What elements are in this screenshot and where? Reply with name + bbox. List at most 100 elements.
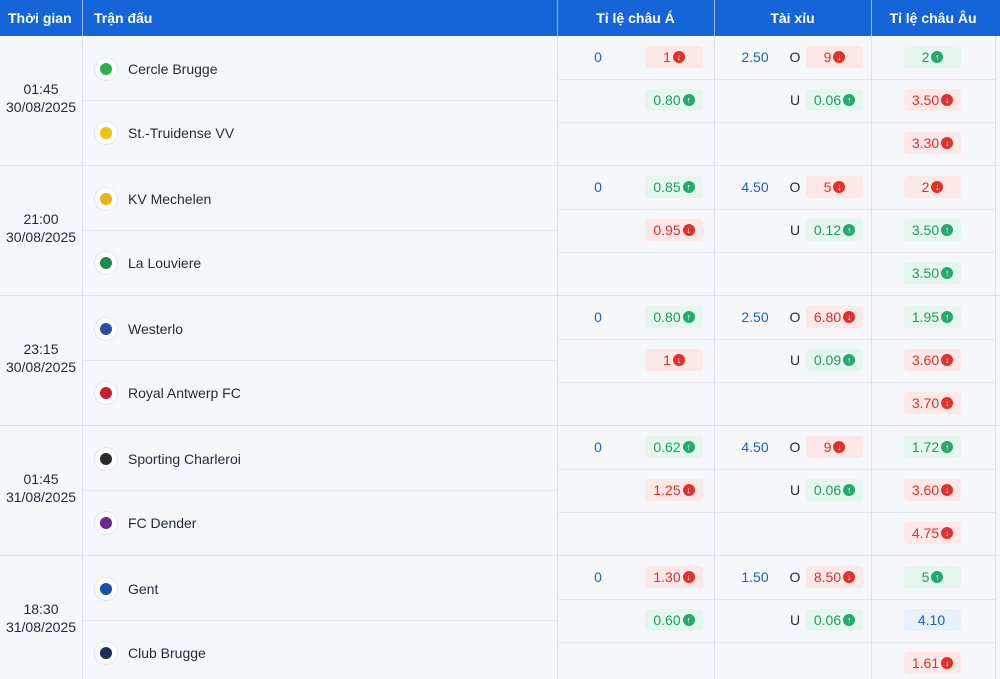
asian-home-odds[interactable]: 1 ↓	[645, 46, 703, 68]
euro-draw-odds[interactable]: 3.60 ↓	[904, 349, 961, 371]
asian-away-odds[interactable]: 1 ↓	[645, 349, 703, 371]
euro-away-odds[interactable]: 3.70 ↓	[904, 392, 961, 414]
euro-home-odds[interactable]: 1.72 ↑	[904, 436, 961, 458]
asian-home-odds[interactable]: 0.85 ↑	[645, 176, 703, 198]
under-odds[interactable]: 0.09 ↑	[806, 349, 863, 371]
euro-away-odds[interactable]: 1.61 ↓	[904, 652, 961, 674]
arrow-down-icon: ↓	[672, 51, 685, 63]
row-divider	[82, 230, 557, 231]
team-home[interactable]: Cercle Brugge	[94, 54, 218, 84]
under-odds[interactable]: 0.06 ↑	[806, 89, 863, 111]
over-odds[interactable]: 9 ↓	[806, 46, 863, 68]
euro-home-odds[interactable]: 1.95 ↑	[904, 306, 961, 328]
odds-value: 9	[823, 49, 832, 65]
arrow-down-icon: ↓	[833, 181, 846, 193]
over-odds[interactable]: 9 ↓	[806, 436, 863, 458]
odds-value: 0.60	[653, 612, 681, 628]
sporting-charleroi-logo	[94, 447, 118, 471]
crest-icon	[100, 517, 112, 529]
odds-value: 1.61	[911, 655, 940, 671]
team-away[interactable]: Royal Antwerp FC	[94, 378, 241, 408]
odds-value: 0.62	[653, 439, 681, 455]
odds-value: 0.85	[653, 179, 681, 195]
euro-home-odds[interactable]: 2 ↑	[904, 46, 961, 68]
team-name: KV Mechelen	[128, 191, 212, 207]
odds-value: 0.80	[653, 309, 681, 325]
kickoff-date: 31/08/2025	[5, 489, 77, 505]
row-divider	[557, 599, 995, 600]
odds-value: 4.75	[911, 525, 940, 541]
club-brugge-logo	[94, 641, 118, 665]
under-odds[interactable]: 0.06 ↑	[806, 609, 863, 631]
odds-value: 0.80	[653, 92, 681, 108]
under-odds[interactable]: 0.12 ↑	[806, 219, 863, 241]
odds-value: 3.50	[911, 92, 940, 108]
odds-value: 0.09	[813, 352, 842, 368]
team-away[interactable]: Club Brugge	[94, 638, 206, 668]
euro-draw-odds[interactable]: 4.10	[904, 609, 961, 631]
over-odds[interactable]: 8.50 ↓	[806, 566, 863, 588]
euro-away-odds[interactable]: 3.30 ↓	[904, 132, 961, 154]
team-away[interactable]: La Louviere	[94, 248, 201, 278]
arrow-down-icon: ↓	[682, 571, 695, 583]
odds-value: 0.06	[813, 482, 842, 498]
asian-home-odds[interactable]: 1.30 ↓	[645, 566, 703, 588]
odds-value: 5	[823, 179, 832, 195]
arrow-down-icon: ↓	[843, 571, 856, 583]
team-home[interactable]: Westerlo	[94, 314, 183, 344]
odds-value: 3.50	[911, 265, 940, 281]
euro-draw-odds[interactable]: 3.50 ↑	[904, 219, 961, 241]
team-away[interactable]: St.-Truidense VV	[94, 118, 234, 148]
row-divider	[557, 122, 995, 123]
column-divider	[995, 166, 996, 295]
arrow-up-icon: ↑	[843, 354, 856, 366]
row-divider	[557, 252, 995, 253]
column-divider	[871, 556, 872, 679]
match-row: 18:30 31/08/2025 Gent Club Brugge 0 1.30 ↓ 0.60…	[0, 556, 1000, 679]
over-odds[interactable]: 5 ↓	[806, 176, 863, 198]
odds-value: 0.12	[813, 222, 842, 238]
arrow-down-icon: ↓	[941, 137, 954, 149]
under-label: U	[789, 352, 801, 368]
asian-away-odds[interactable]: 0.60 ↑	[645, 609, 703, 631]
crest-icon	[100, 453, 112, 465]
arrow-up-icon: ↑	[931, 51, 944, 63]
team-name: La Louviere	[128, 255, 202, 271]
arrow-down-icon: ↓	[843, 311, 856, 323]
odds-value: 0.95	[653, 222, 681, 238]
euro-home-odds[interactable]: 5 ↑	[904, 566, 961, 588]
odds-value: 0.06	[813, 92, 842, 108]
arrow-up-icon: ↑	[941, 441, 954, 453]
column-divider	[557, 556, 558, 679]
match-row: 21:00 30/08/2025 KV Mechelen La Louviere 0 0.…	[0, 166, 1000, 296]
team-away[interactable]: FC Dender	[94, 508, 196, 538]
kickoff-date: 30/08/2025	[5, 359, 77, 375]
euro-draw-odds[interactable]: 3.50 ↓	[904, 89, 961, 111]
asian-home-odds[interactable]: 0.80 ↑	[645, 306, 703, 328]
arrow-up-icon: ↑	[843, 484, 856, 496]
under-odds[interactable]: 0.06 ↑	[806, 479, 863, 501]
column-divider	[871, 166, 872, 295]
team-home[interactable]: Sporting Charleroi	[94, 444, 241, 474]
team-home[interactable]: KV Mechelen	[94, 184, 211, 214]
asian-home-odds[interactable]: 0.62 ↑	[645, 436, 703, 458]
over-odds[interactable]: 6.80 ↓	[806, 306, 863, 328]
column-divider	[714, 296, 715, 425]
arrow-down-icon: ↓	[941, 94, 954, 106]
asian-away-odds[interactable]: 1.25 ↓	[645, 479, 703, 501]
cercle-brugge-logo	[94, 57, 118, 81]
euro-away-odds[interactable]: 4.75 ↓	[904, 522, 961, 544]
arrow-up-icon: ↑	[941, 224, 954, 236]
over-label: O	[789, 49, 801, 65]
asian-away-odds[interactable]: 0.80 ↑	[645, 89, 703, 111]
euro-home-odds[interactable]: 2 ↓	[904, 176, 961, 198]
column-divider	[714, 36, 715, 165]
asian-away-odds[interactable]: 0.95 ↓	[645, 219, 703, 241]
column-divider	[995, 36, 996, 165]
team-name: Royal Antwerp FC	[128, 385, 241, 401]
match-row: 01:45 30/08/2025 Cercle Brugge St.-Truidens…	[0, 36, 1000, 166]
team-home[interactable]: Gent	[94, 574, 158, 604]
euro-away-odds[interactable]: 3.50 ↑	[904, 262, 961, 284]
arrow-up-icon: ↑	[682, 311, 695, 323]
euro-draw-odds[interactable]: 3.60 ↓	[904, 479, 961, 501]
